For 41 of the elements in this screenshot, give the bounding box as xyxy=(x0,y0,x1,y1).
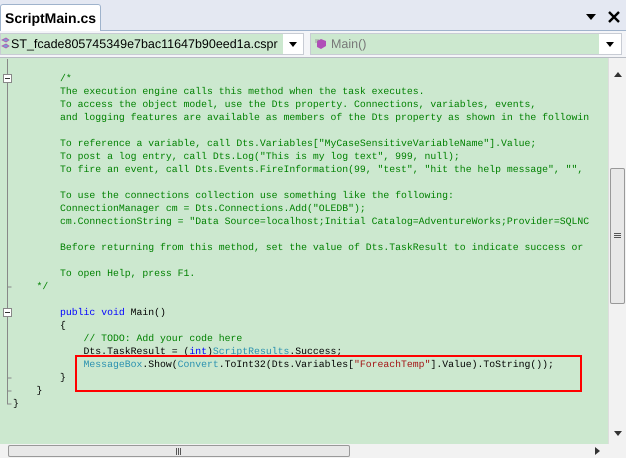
collapse-icon[interactable] xyxy=(3,72,12,85)
scroll-up-icon[interactable] xyxy=(614,72,622,77)
type-dropdown[interactable]: ST_fcade805745349e7bac11647b90eed1a.cspr xyxy=(0,33,304,55)
code-line: } xyxy=(13,397,19,410)
code-line: // TODO: Add your code here xyxy=(82,332,242,345)
scroll-down-icon[interactable] xyxy=(614,431,622,436)
scrollbar-thumb[interactable] xyxy=(8,445,350,457)
class-icon xyxy=(1,37,10,51)
code-line: Before returning from this method, set the value of Dts.TaskResult to indicate success or xyxy=(59,241,584,254)
code-line: public void Main() xyxy=(59,306,166,319)
file-tab[interactable]: ScriptMain.cs xyxy=(0,4,102,31)
close-icon[interactable] xyxy=(608,11,620,23)
code-line: To post a log entry, call Dts.Log("This is my log text", 999, null); xyxy=(59,150,460,163)
code-line: and logging features are available as members of the Dts property as shown in the followin xyxy=(59,111,590,124)
method-icon xyxy=(315,38,329,50)
type-name: ST_fcade805745349e7bac11647b90eed1a.cspr xyxy=(11,36,278,53)
code-line: ConnectionManager cm = Dts.Connections.Add("OLEDB"); xyxy=(59,202,366,215)
grip-icon xyxy=(614,233,621,239)
dropdown-arrow-icon[interactable] xyxy=(586,14,596,20)
code-line: } xyxy=(36,384,42,397)
code-line: /* xyxy=(59,72,72,85)
code-line: } xyxy=(59,371,66,384)
code-line: */ xyxy=(36,280,48,293)
code-line: To reference a variable, call Dts.Variables["MyCaseSensitiveVariableName"].Value; xyxy=(59,137,536,150)
code-line: To open Help, press F1. xyxy=(59,267,196,280)
vertical-scrollbar[interactable] xyxy=(608,58,626,444)
member-name: Main() xyxy=(331,36,366,53)
code-line: MessageBox.Show(Convert.ToInt32(Dts.Variables["ForeachTemp"].Value).ToString()); xyxy=(82,358,554,371)
scroll-right-icon[interactable] xyxy=(595,447,600,455)
scrollbar-thumb[interactable] xyxy=(610,168,625,304)
grip-icon xyxy=(176,448,182,454)
code-line: cm.ConnectionString = "Data Source=localhost;Initial Catalog=AdventureWorks;Provider=SQLNC xyxy=(59,215,590,228)
code-line: { xyxy=(59,319,66,332)
code-line: The execution engine calls this method when the task executes. xyxy=(59,85,425,98)
code-line: To access the object model, use the Dts property. Connections, variables, events, xyxy=(59,98,536,111)
caret-icon xyxy=(606,42,614,46)
horizontal-scrollbar[interactable] xyxy=(0,444,626,458)
code-line: To use the connections collection use something like the following: xyxy=(59,189,454,202)
caret-icon xyxy=(289,42,297,46)
code-line: To fire an event, call Dts.Events.FireInformation(99, "test", "hit the help message", "", xyxy=(59,163,584,176)
collapse-icon[interactable] xyxy=(3,306,12,319)
